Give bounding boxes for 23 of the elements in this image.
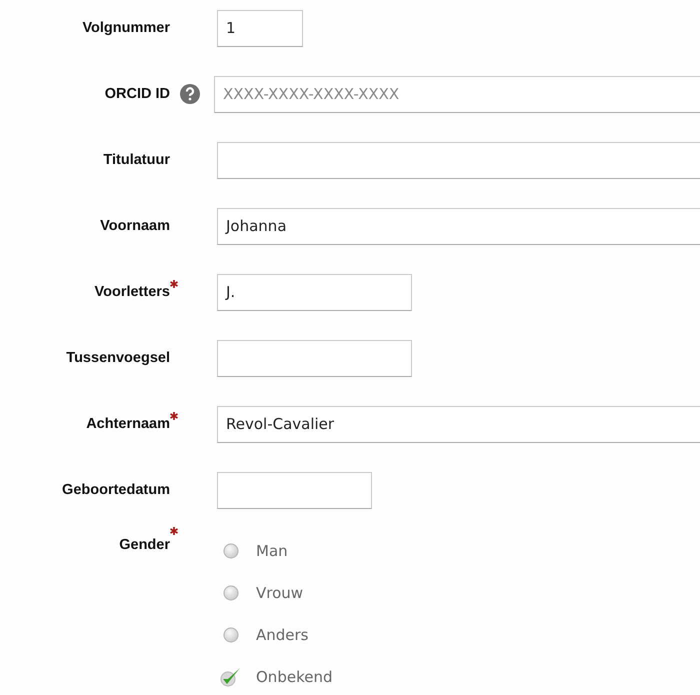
option-label: Onbekend [256, 668, 332, 686]
option-label: Anders [256, 626, 308, 644]
field-label: Geboortedatum [62, 482, 170, 498]
check-icon[interactable] [220, 667, 242, 687]
field-label: Achternaam [86, 416, 170, 432]
field-label: Titulatuur [103, 152, 170, 168]
input-field[interactable] [217, 142, 700, 178]
field-label: ORCID ID [104, 86, 170, 102]
input-field[interactable] [217, 340, 412, 376]
input-field[interactable]: XXXX-XXXX-XXXX-XXXX [214, 76, 700, 112]
option-label: Vrouw [256, 584, 304, 602]
field-label: Volgnummer [82, 20, 170, 36]
input-field[interactable]: 1 [217, 10, 303, 46]
field-label: Gender [119, 537, 170, 553]
field-label: Tussenvoegsel [66, 350, 170, 366]
help-icon[interactable] [180, 84, 200, 104]
field-label: Voorletters [94, 284, 170, 300]
field-label: Voornaam [100, 218, 170, 234]
input-field[interactable]: Johanna [217, 208, 700, 244]
input-field[interactable] [217, 472, 372, 508]
input-field[interactable]: Revol-Cavalier [217, 406, 700, 442]
input-field[interactable]: J. [217, 274, 412, 310]
option-label: Man [256, 542, 288, 560]
